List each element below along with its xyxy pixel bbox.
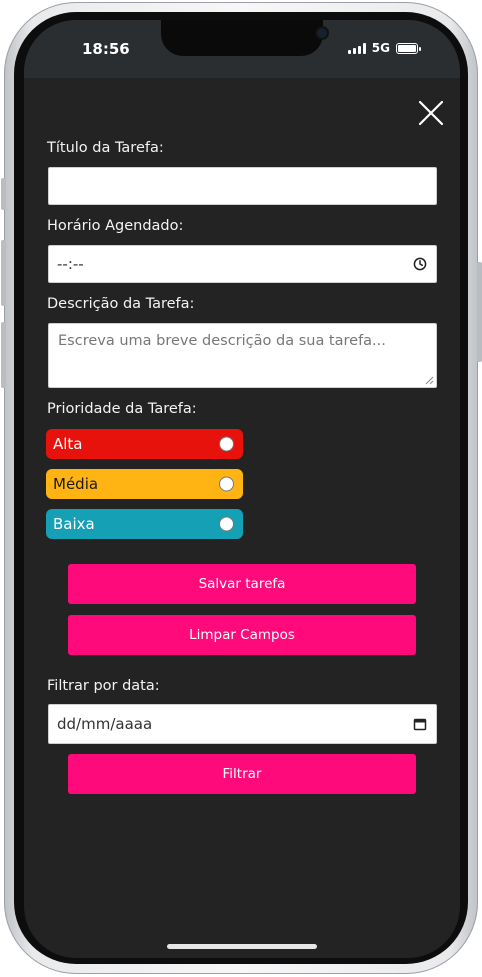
- description-placeholder: Escreva uma breve descrição da sua taref…: [58, 333, 386, 349]
- priority-label-media: Média: [53, 475, 99, 493]
- priority-option-baixa[interactable]: Baixa: [46, 509, 243, 539]
- priority-option-alta[interactable]: Alta: [46, 429, 243, 459]
- priority-label: Prioridade da Tarefa:: [47, 401, 197, 417]
- save-task-button[interactable]: Salvar tarefa: [68, 564, 416, 604]
- priority-radio-alta[interactable]: [219, 436, 234, 452]
- clock-icon[interactable]: [413, 257, 427, 271]
- mute-switch: [1, 178, 6, 210]
- home-indicator[interactable]: [167, 944, 317, 949]
- status-time: 18:56: [82, 40, 130, 58]
- task-form: Título da Tarefa: Horário Agendado: --:-…: [24, 78, 460, 958]
- resize-handle-icon[interactable]: [425, 376, 434, 385]
- time-input[interactable]: --:--: [48, 245, 437, 283]
- priority-label-alta: Alta: [53, 435, 83, 453]
- battery-icon: [396, 42, 421, 54]
- filter-date-value: dd/mm/aaaa: [57, 715, 153, 733]
- clear-fields-button[interactable]: Limpar Campos: [68, 615, 416, 655]
- volume-down-button: [1, 322, 6, 388]
- filter-button[interactable]: Filtrar: [68, 754, 416, 794]
- power-button: [477, 262, 482, 362]
- network-type: 5G: [371, 41, 390, 55]
- close-icon[interactable]: [416, 98, 446, 128]
- priority-radio-baixa[interactable]: [219, 516, 234, 532]
- filter-date-input[interactable]: dd/mm/aaaa: [48, 704, 437, 744]
- camera-icon: [317, 28, 327, 38]
- time-label: Horário Agendado:: [47, 218, 184, 234]
- filter-label: Filtrar por data:: [47, 678, 160, 694]
- volume-up-button: [1, 240, 6, 306]
- time-value: --:--: [57, 255, 84, 273]
- priority-label-baixa: Baixa: [53, 515, 95, 533]
- status-indicators: 5G: [347, 41, 421, 55]
- notch: [161, 20, 327, 56]
- priority-radio-media[interactable]: [219, 476, 234, 492]
- description-label: Descrição da Tarefa:: [47, 296, 195, 312]
- title-input[interactable]: [48, 167, 437, 205]
- calendar-icon[interactable]: [413, 717, 427, 731]
- priority-option-media[interactable]: Média: [46, 469, 243, 499]
- description-textarea[interactable]: Escreva uma breve descrição da sua taref…: [48, 323, 437, 388]
- signal-icon: [347, 42, 366, 54]
- title-label: Título da Tarefa:: [47, 140, 164, 156]
- screen: 18:56 5G Título da Tarefa: Horário Agend…: [24, 20, 460, 958]
